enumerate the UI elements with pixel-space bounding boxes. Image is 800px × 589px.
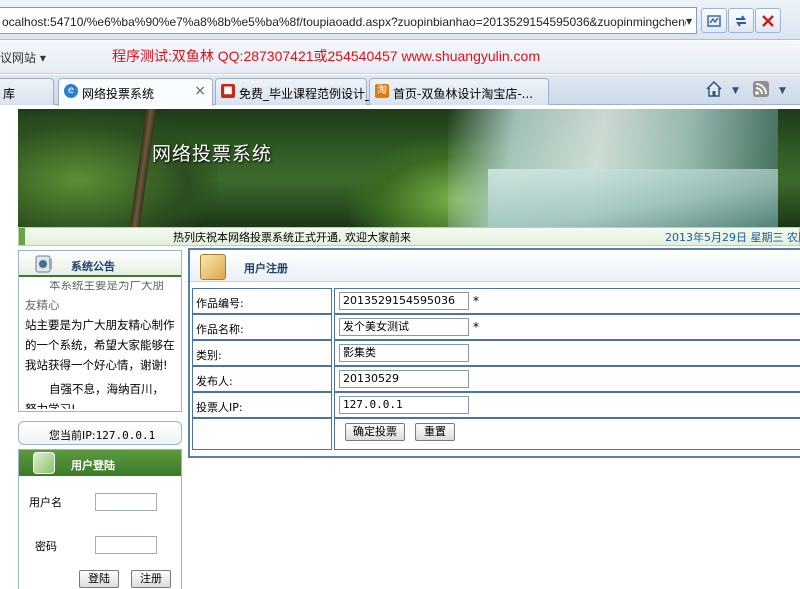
- form-value-cell: 发个美女测试 *: [334, 314, 800, 340]
- banner-water-splash: [488, 169, 778, 227]
- required-mark: *: [473, 320, 479, 334]
- home-dropdown-icon[interactable]: ▼: [732, 86, 739, 96]
- form-value-cell: 确定投票 重置: [334, 418, 800, 450]
- site-banner: 网络投票系统: [18, 109, 800, 227]
- work-name-label: 作品名称:: [196, 323, 244, 336]
- tab-free-course[interactable]: ■ 免费_毕业课程范例设计_...: [215, 78, 382, 105]
- form-label-cell: 作品名称:: [192, 314, 332, 340]
- voter-ip-label: 投票人IP:: [196, 401, 243, 414]
- username-label: 用户名: [29, 496, 62, 509]
- work-id-label: 作品编号:: [196, 297, 244, 310]
- notice-paragraph-2: 自强不息，海纳百川，努力学习!: [25, 382, 164, 409]
- refresh-icon[interactable]: [728, 8, 754, 33]
- marquee-text: 热列庆祝本网络投票系统正式开通, 欢迎大家前来: [173, 231, 411, 244]
- form-row-work-name: 作品名称: 发个美女测试 *: [192, 314, 800, 340]
- notice-paragraph-1: 站主要是为广大朋友精心制作的一个系统，希望大家能够在我站获得一个好心情，谢谢!: [25, 318, 175, 372]
- user-card-icon: [33, 452, 55, 474]
- close-icon[interactable]: ×: [194, 83, 206, 99]
- work-id-input[interactable]: 2013529154595036: [339, 292, 469, 310]
- login-header: 用户登陆: [19, 450, 181, 476]
- stop-icon[interactable]: [755, 8, 781, 33]
- reset-button[interactable]: 重置: [415, 423, 455, 441]
- category-label: 类别:: [196, 349, 222, 362]
- notice-title: 系统公告: [71, 260, 115, 273]
- form-label-cell: 类别:: [192, 340, 332, 366]
- rss-icon[interactable]: [752, 80, 770, 102]
- form-label-cell: [192, 418, 332, 450]
- form-row-publisher: 发布人: 20130529: [192, 366, 800, 392]
- notice-header: 系统公告: [19, 251, 181, 277]
- form-label-cell: 投票人IP:: [192, 392, 332, 418]
- register-link-button[interactable]: 注册: [131, 570, 171, 588]
- megaphone-icon: [33, 253, 55, 275]
- password-input[interactable]: [95, 536, 157, 554]
- login-button[interactable]: 登陆: [79, 570, 119, 588]
- favorites-bar: 议网站 ▾ 程序测试:双鱼林 QQ:287307421或254540457 ww…: [0, 41, 800, 74]
- form-row-work-id: 作品编号: 2013529154595036 *: [192, 288, 800, 314]
- notice-line-partial: 本系统主要是为广大朋友精心: [25, 281, 164, 312]
- rss-dropdown-icon[interactable]: ▼: [779, 86, 786, 96]
- tab-label: 免费_毕业课程范例设计_...: [239, 87, 383, 101]
- current-ip-box: 您当前IP:127.0.0.1: [18, 421, 182, 445]
- notice-content: 本系统主要是为广大朋友精心 站主要是为广大朋友精心制作的一个系统，希望大家能够在…: [25, 281, 175, 409]
- form-folder-icon: [200, 254, 226, 280]
- category-input[interactable]: 影集类: [339, 344, 469, 362]
- marquee-accent: [19, 228, 25, 245]
- address-text[interactable]: ocalhost:54710/%e6%ba%90%e7%a8%8b%e5%ba%…: [2, 13, 686, 30]
- form-value-cell: 20130529: [334, 366, 800, 392]
- vote-form-header: 用户注册: [190, 250, 800, 282]
- login-box: 用户登陆 用户名 密码 登陆 注册: [18, 449, 182, 589]
- publisher-input[interactable]: 20130529: [339, 370, 469, 388]
- home-icon[interactable]: [705, 80, 723, 102]
- work-name-input[interactable]: 发个美女测试: [339, 318, 469, 336]
- date-text: 2013年5月29日 星期三 农历癸: [665, 231, 800, 244]
- login-title: 用户登陆: [71, 459, 115, 472]
- current-ip-text: 您当前IP:127.0.0.1: [49, 427, 155, 443]
- tab-bar: 库 e 网络投票系统 × ■ 免费_毕业课程范例设计_... 淘 首页-双鱼林设…: [0, 75, 800, 106]
- form-row-actions: 确定投票 重置: [192, 418, 800, 450]
- form-value-cell: 2013529154595036 *: [334, 288, 800, 314]
- vote-form-title: 用户注册: [244, 262, 288, 275]
- compat-icon[interactable]: [701, 8, 727, 33]
- form-row-category: 类别: 影集类: [192, 340, 800, 366]
- tab-vote-system[interactable]: e 网络投票系统 ×: [58, 78, 213, 106]
- address-field[interactable]: ocalhost:54710/%e6%ba%90%e7%a8%8b%e5%ba%…: [0, 7, 697, 34]
- site-favicon-icon: ■: [221, 84, 235, 98]
- favorites-site-link[interactable]: 议网站 ▾: [0, 49, 46, 66]
- voter-ip-input[interactable]: 127.0.0.1: [339, 396, 469, 414]
- banner-foliage: [18, 109, 218, 227]
- tab-label: 首页-双鱼林设计淘宝店-...: [393, 87, 534, 101]
- confirm-vote-button[interactable]: 确定投票: [345, 423, 405, 441]
- username-input[interactable]: [95, 493, 157, 511]
- tab-shop-home[interactable]: 淘 首页-双鱼林设计淘宝店-...: [369, 78, 549, 105]
- tab-label: 库: [3, 87, 16, 101]
- shop-favicon-icon: 淘: [375, 84, 389, 98]
- address-dropdown-icon[interactable]: ▼: [686, 17, 692, 26]
- notice-box: 系统公告 本系统主要是为广大朋友精心 站主要是为广大朋友精心制作的一个系统，希望…: [18, 250, 182, 412]
- required-mark: *: [473, 294, 479, 308]
- current-ip-value: 127.0.0.1: [95, 429, 156, 442]
- ie-icon: e: [64, 84, 78, 98]
- tab-label: 网络投票系统: [82, 87, 155, 101]
- vote-form-panel: 用户注册 作品编号: 2013529154595036 * 作品名称: 发个美女…: [188, 248, 800, 458]
- form-row-voter-ip: 投票人IP: 127.0.0.1: [192, 392, 800, 418]
- marquee-bar: 热列庆祝本网络投票系统正式开通, 欢迎大家前来 2013年5月29日 星期三 农…: [18, 227, 800, 246]
- password-label: 密码: [35, 540, 57, 553]
- form-value-cell: 127.0.0.1: [334, 392, 800, 418]
- address-bar-row: ocalhost:54710/%e6%ba%90%e7%a8%8b%e5%ba%…: [0, 0, 800, 40]
- favorites-banner: 程序测试:双鱼林 QQ:287307421或254540457 www.shua…: [112, 48, 540, 64]
- form-value-cell: 影集类: [334, 340, 800, 366]
- current-ip-label: 您当前IP:: [49, 429, 96, 442]
- site-title: 网络投票系统: [152, 143, 273, 165]
- tab-first[interactable]: 库: [0, 78, 54, 105]
- form-label-cell: 作品编号:: [192, 288, 332, 314]
- form-label-cell: 发布人:: [192, 366, 332, 392]
- publisher-label: 发布人:: [196, 375, 233, 388]
